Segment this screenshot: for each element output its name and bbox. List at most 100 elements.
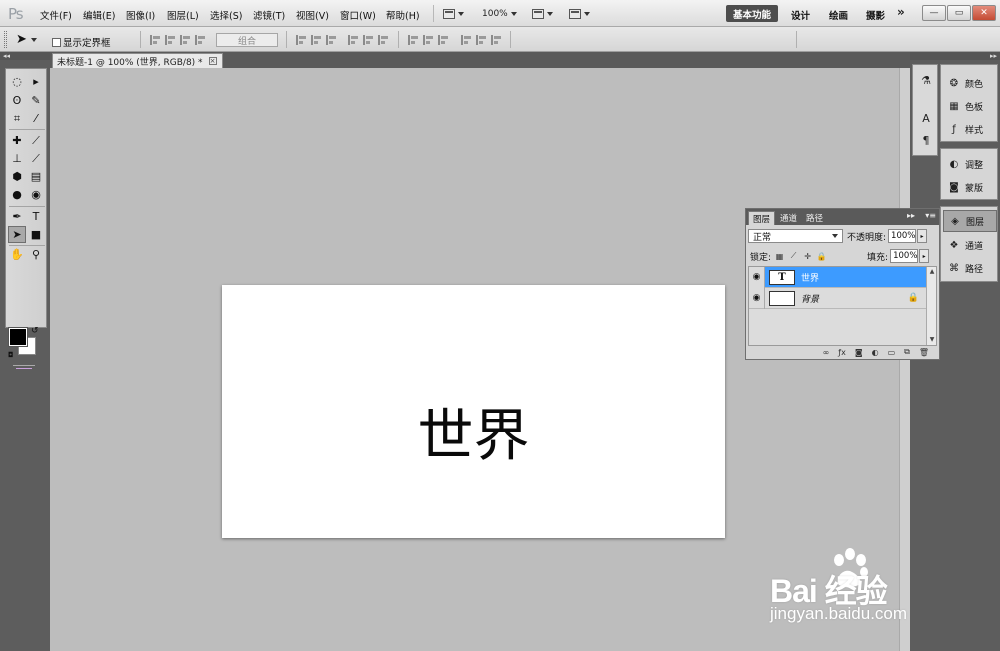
fill-input[interactable]: 100% — [890, 249, 919, 263]
opacity-slider-button[interactable]: ▸ — [917, 229, 928, 243]
lock-all-icon[interactable]: 🔒 — [816, 251, 827, 262]
menu-image[interactable]: 图像(I) — [126, 8, 155, 22]
adjustments-panel-button[interactable]: ◐ 调整 — [943, 153, 997, 175]
restore-button[interactable]: ▭ — [947, 5, 971, 21]
align-top-icon[interactable] — [296, 35, 307, 45]
styles-panel-button[interactable]: ƒ 样式 — [943, 118, 997, 140]
document-canvas[interactable]: 世界 — [222, 285, 725, 538]
distribute-vcenter-icon[interactable] — [423, 35, 434, 45]
menu-view[interactable]: 视图(V) — [296, 8, 329, 22]
paths-panel-button[interactable]: ⌘ 路径 — [943, 257, 997, 279]
panel-menu-icon[interactable]: ▾≡ — [925, 211, 936, 220]
align-right-icon[interactable] — [378, 35, 389, 45]
path-add-icon[interactable] — [150, 35, 161, 45]
add-mask-icon[interactable]: ◙ — [855, 348, 863, 357]
lock-pixels-icon[interactable]: ⟋ — [788, 251, 799, 262]
arrange-documents-dropdown[interactable] — [532, 6, 553, 21]
path-intersect-icon[interactable] — [180, 35, 191, 45]
canvas-text[interactable]: 世界 — [222, 397, 725, 477]
move-tool-preset-picker[interactable]: ➤ — [16, 32, 37, 47]
crop-tool-icon[interactable]: ⌗ — [8, 110, 26, 127]
menu-help[interactable]: 帮助(H) — [386, 8, 420, 22]
path-exclude-icon[interactable] — [195, 35, 206, 45]
show-bounds-checkbox[interactable]: 显示定界框 — [52, 35, 111, 49]
history-brush-tool-icon[interactable]: ⟋ — [27, 150, 45, 167]
close-icon[interactable]: × — [208, 57, 217, 65]
more-workspaces-button[interactable]: » — [897, 5, 905, 19]
clone-stamp-tool-icon[interactable]: ⊥ — [8, 150, 26, 167]
fx-icon[interactable]: ƒx — [838, 348, 846, 357]
new-layer-icon[interactable]: ⧉ — [904, 347, 910, 357]
combine-button[interactable]: 组合 — [216, 33, 278, 47]
scroll-up-icon[interactable]: ▲ — [928, 268, 936, 276]
pen-tool-icon[interactable]: ✒ — [8, 208, 26, 225]
adjustment-layer-icon[interactable]: ◐ — [872, 348, 879, 357]
zoom-dropdown[interactable]: 100% — [482, 6, 517, 21]
swatches-panel-button[interactable]: ▦ 色板 — [943, 95, 997, 117]
shape-tool-icon[interactable]: ■ — [27, 226, 45, 243]
move-tool-icon[interactable]: ▸ — [27, 73, 45, 90]
distribute-bottom-icon[interactable] — [438, 35, 449, 45]
align-hcenter-icon[interactable] — [363, 35, 374, 45]
foreground-color-swatch[interactable] — [8, 327, 28, 347]
brush-tool-icon[interactable]: ⟋ — [27, 132, 45, 149]
blend-mode-select[interactable]: 正常 — [748, 229, 843, 243]
dodge-tool-icon[interactable]: ◉ — [27, 186, 45, 203]
grip-handle[interactable] — [4, 31, 7, 48]
masks-panel-button[interactable]: ◙ 蒙版 — [943, 176, 997, 198]
screen-mode-button[interactable] — [569, 6, 590, 21]
workspace-essentials[interactable]: 基本功能 — [726, 5, 778, 22]
trash-icon[interactable]: 🗑 — [919, 348, 929, 357]
blur-tool-icon[interactable]: ● — [8, 186, 26, 203]
marquee-tool-icon[interactable]: ◌ — [8, 73, 26, 90]
workspace-painting[interactable]: 绘画 — [829, 8, 848, 22]
path-selection-tool-icon[interactable]: ➤ — [8, 226, 26, 243]
menu-file[interactable]: 文件(F) — [40, 8, 72, 22]
color-panel-button[interactable]: ❂ 颜色 — [943, 72, 997, 94]
zoom-tool-icon[interactable]: ⚲ — [27, 246, 45, 263]
healing-brush-tool-icon[interactable]: ✚ — [8, 132, 26, 149]
eyedropper-tool-icon[interactable]: ⁄ — [27, 110, 45, 127]
scroll-down-icon[interactable]: ▼ — [928, 336, 936, 344]
workspace-design[interactable]: 设计 — [791, 8, 810, 22]
menu-layer[interactable]: 图层(L) — [167, 8, 199, 22]
lasso-tool-icon[interactable]: ʘ — [8, 92, 26, 109]
workspace-photography[interactable]: 摄影 — [866, 8, 885, 22]
history-panel-icon[interactable]: ⚗ — [917, 71, 935, 89]
distribute-right-icon[interactable] — [491, 35, 502, 45]
hand-tool-icon[interactable]: ✋ — [8, 246, 26, 263]
lock-position-icon[interactable]: ✛ — [802, 251, 813, 262]
document-tab[interactable]: 未标题-1 @ 100% (世界, RGB/8) * × — [52, 53, 223, 68]
quick-mask-button[interactable] — [13, 365, 35, 371]
toolbox-collapse-handle[interactable]: ◂◂ — [0, 52, 50, 60]
default-colors-icon[interactable]: ◘ — [8, 351, 14, 359]
eye-icon[interactable]: ◉ — [749, 287, 765, 309]
fill-slider-button[interactable]: ▸ — [919, 249, 930, 263]
screen-mode-dropdown[interactable] — [443, 6, 464, 21]
collapse-panel-icon[interactable]: ▸▸ — [907, 211, 915, 220]
layer-row[interactable]: ◉ 背景 🔒 — [749, 287, 927, 309]
layer-row[interactable]: ◉ T 世界 — [749, 267, 927, 288]
eraser-tool-icon[interactable]: ⬢ — [8, 168, 26, 185]
close-button[interactable]: ✕ — [972, 5, 996, 21]
distribute-left-icon[interactable] — [461, 35, 472, 45]
menu-window[interactable]: 窗口(W) — [340, 8, 376, 22]
quick-select-tool-icon[interactable]: ✎ — [27, 92, 45, 109]
tab-layers[interactable]: 图层 — [748, 211, 776, 225]
tab-paths[interactable]: 路径 — [802, 211, 827, 225]
align-left-icon[interactable] — [348, 35, 359, 45]
swap-colors-icon[interactable]: ↺ — [31, 326, 39, 336]
type-tool-icon[interactable]: T — [27, 208, 45, 225]
layer-list-scrollbar[interactable]: ▲ ▼ — [926, 267, 936, 345]
paragraph-panel-icon[interactable]: ¶ — [917, 131, 935, 149]
menu-select[interactable]: 选择(S) — [210, 8, 242, 22]
new-group-icon[interactable]: ▭ — [888, 348, 896, 357]
menu-filter[interactable]: 滤镜(T) — [253, 8, 285, 22]
layers-panel-button[interactable]: ◈ 图层 — [943, 210, 997, 232]
checkbox-box[interactable] — [52, 37, 61, 47]
distribute-hcenter-icon[interactable] — [476, 35, 487, 45]
lock-transparency-icon[interactable]: ▦ — [774, 251, 785, 262]
gradient-tool-icon[interactable]: ▤ — [27, 168, 45, 185]
channels-panel-button[interactable]: ❖ 通道 — [943, 234, 997, 256]
character-panel-icon[interactable]: A — [917, 109, 935, 127]
